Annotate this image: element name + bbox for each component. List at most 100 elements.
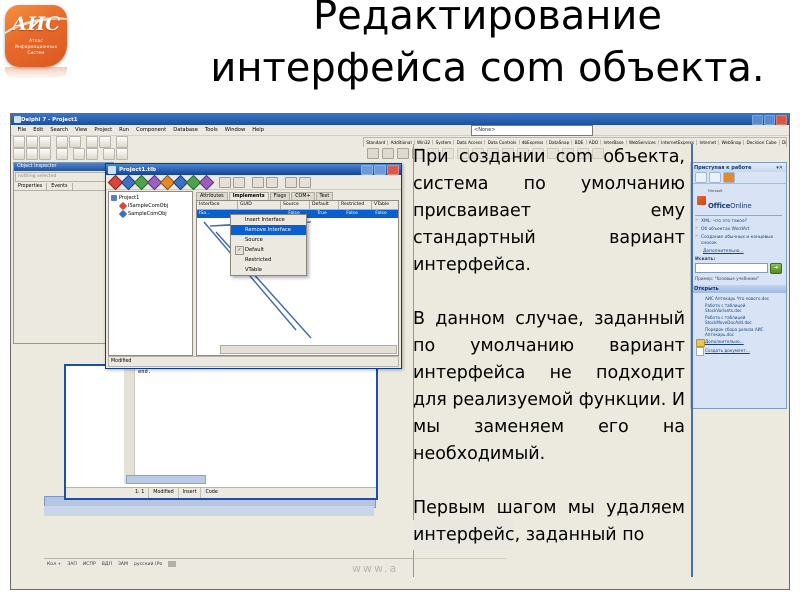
forward-icon[interactable] [709, 172, 721, 183]
palette-tab-websnap[interactable]: WebSnap [719, 140, 745, 145]
cell-restricted[interactable]: False [335, 210, 367, 218]
search-input[interactable] [695, 263, 768, 273]
palette-tab-decisioncube[interactable]: Decision Cube [744, 140, 780, 145]
menu-search[interactable]: Search [47, 127, 72, 133]
col-source[interactable]: Source [281, 201, 310, 209]
palette-tab-dialogs[interactable]: Dialogs [780, 140, 786, 145]
code-editor-hscrollbar[interactable] [126, 475, 206, 484]
new-module-icon[interactable] [198, 174, 215, 190]
tab-attributes[interactable]: Attributes [196, 192, 228, 200]
menu-project[interactable]: Project [91, 127, 116, 133]
frames-icon[interactable] [382, 147, 394, 159]
tree-node-interface[interactable]: ISampleComObj [111, 201, 190, 211]
tlb-minimize-button[interactable] [361, 164, 373, 175]
view-form-icon[interactable] [26, 148, 38, 160]
menu-item-restricted[interactable]: Restricted [231, 255, 306, 265]
tlb-maximize-button[interactable] [374, 164, 386, 175]
object-inspector-selector[interactable]: nothing selected [15, 172, 112, 182]
save-icon[interactable] [39, 136, 51, 148]
menu-item-default[interactable]: ✓ Default [231, 245, 306, 255]
tlb-hscrollbar[interactable] [220, 345, 397, 354]
type-library-window: Project1.tlb Project1 ISampleComObj Samp… [105, 163, 402, 369]
move-down-icon[interactable] [233, 176, 245, 188]
cell-default[interactable]: True [307, 210, 335, 218]
menu-database[interactable]: Database [170, 127, 202, 133]
new-form-icon[interactable] [56, 148, 68, 160]
close-button[interactable] [776, 114, 787, 125]
menu-tools[interactable]: Tools [201, 127, 221, 133]
pause-icon[interactable] [86, 148, 98, 160]
tab-complus[interactable]: COM+ [291, 192, 315, 200]
col-guid[interactable]: GUID [238, 201, 281, 209]
tab-properties[interactable]: Properties [14, 183, 48, 190]
context-menu[interactable]: Insert Interface Remove Interface Source… [230, 214, 307, 276]
step-over-icon[interactable] [116, 148, 128, 160]
new-document-link[interactable]: Создать документ... [695, 346, 782, 356]
maximize-button[interactable] [764, 114, 775, 125]
menu-help[interactable]: Help [249, 127, 268, 133]
view-unit-icon[interactable] [13, 148, 25, 160]
col-default[interactable]: Default [310, 201, 339, 209]
open-icon[interactable] [26, 136, 38, 148]
tab-text[interactable]: Text [315, 192, 334, 200]
code-editor-text[interactable]: end. [138, 369, 151, 375]
menu-window[interactable]: Window [221, 127, 248, 133]
menu-item-vtable[interactable]: VTable [231, 265, 306, 275]
palette-tab-standard[interactable]: Standard [364, 140, 389, 145]
link-wordart[interactable]: Об объектах WordArt [695, 226, 782, 233]
open-project-icon[interactable] [69, 136, 81, 148]
close-icon[interactable]: ✕ [779, 165, 786, 171]
tree-node-coclass[interactable]: SampleComObj [111, 209, 190, 219]
menu-item-insert-interface[interactable]: Insert Interface [231, 215, 306, 225]
menu-item-remove-interface[interactable]: Remove Interface [231, 225, 306, 235]
tab-events[interactable]: Events [47, 183, 73, 190]
run-icon[interactable] [73, 148, 85, 160]
menu-edit[interactable]: Edit [30, 127, 47, 133]
add-file-icon[interactable] [86, 136, 98, 148]
remove-file-icon[interactable] [99, 136, 111, 148]
mainmenu-icon[interactable] [397, 147, 409, 159]
pointer-icon[interactable] [367, 147, 379, 159]
help-icon[interactable] [116, 136, 128, 148]
link-xml[interactable]: XML: что это такое? [695, 218, 782, 225]
menu-run[interactable]: Run [116, 127, 133, 133]
cell-vtable[interactable]: False [367, 210, 393, 218]
palette-tab-additional[interactable]: Additional [388, 140, 415, 145]
paragraph-2: В данном случае, заданный по умолчанию в… [413, 309, 686, 464]
back-icon[interactable] [695, 172, 707, 183]
menu-view[interactable]: View [72, 127, 91, 133]
tlb-close-button[interactable] [387, 164, 399, 175]
list-item[interactable]: Порядок сбора релиза АИС Аптекарь.doc [695, 327, 782, 337]
code-tab-label[interactable]: Code [201, 488, 221, 498]
toggle-form-unit-icon[interactable] [39, 148, 51, 160]
menu-item-source[interactable]: Source [231, 235, 306, 245]
move-up-icon[interactable] [219, 176, 231, 188]
refresh-icon[interactable] [252, 176, 264, 188]
tab-implements[interactable]: Implements [228, 192, 269, 200]
export-icon[interactable] [285, 176, 297, 188]
trace-into-icon[interactable] [103, 148, 115, 160]
tab-flags[interactable]: Flags [269, 192, 291, 200]
palette-tab-internet[interactable]: Internet [697, 140, 720, 145]
new-icon[interactable] [13, 136, 25, 148]
home-icon[interactable] [723, 172, 735, 183]
search-go-icon[interactable]: ➜ [770, 262, 782, 274]
save-all-icon[interactable] [56, 136, 68, 148]
link-more[interactable]: Дополнительно... [695, 249, 782, 254]
menu-file[interactable]: File [14, 127, 30, 133]
menu-component[interactable]: Component [133, 127, 170, 133]
tlb-tree[interactable]: Project1 ISampleComObj SampleComObj [108, 191, 193, 356]
project-group-combo[interactable]: <None> [471, 125, 593, 136]
col-interface[interactable]: Interface [197, 201, 238, 209]
list-item[interactable]: Работа с таблицей StockMoveDocAdd.doc [695, 315, 782, 325]
link-footnotes[interactable]: Создание обычных и концевых сносок [695, 234, 782, 246]
minimize-button[interactable] [752, 114, 763, 125]
list-item[interactable]: Работа с таблицей StockVariants.doc [695, 303, 782, 313]
find-icon[interactable] [299, 176, 311, 188]
open-more-link[interactable]: Дополнительно... [695, 338, 782, 347]
col-restricted[interactable]: Restricted [339, 201, 372, 209]
col-vtable[interactable]: VTable [372, 201, 398, 209]
register-icon[interactable] [266, 176, 278, 188]
list-item[interactable]: АИС Аптекарь Что нового.doc [695, 296, 782, 301]
tree-node-project[interactable]: Project1 [111, 195, 190, 201]
